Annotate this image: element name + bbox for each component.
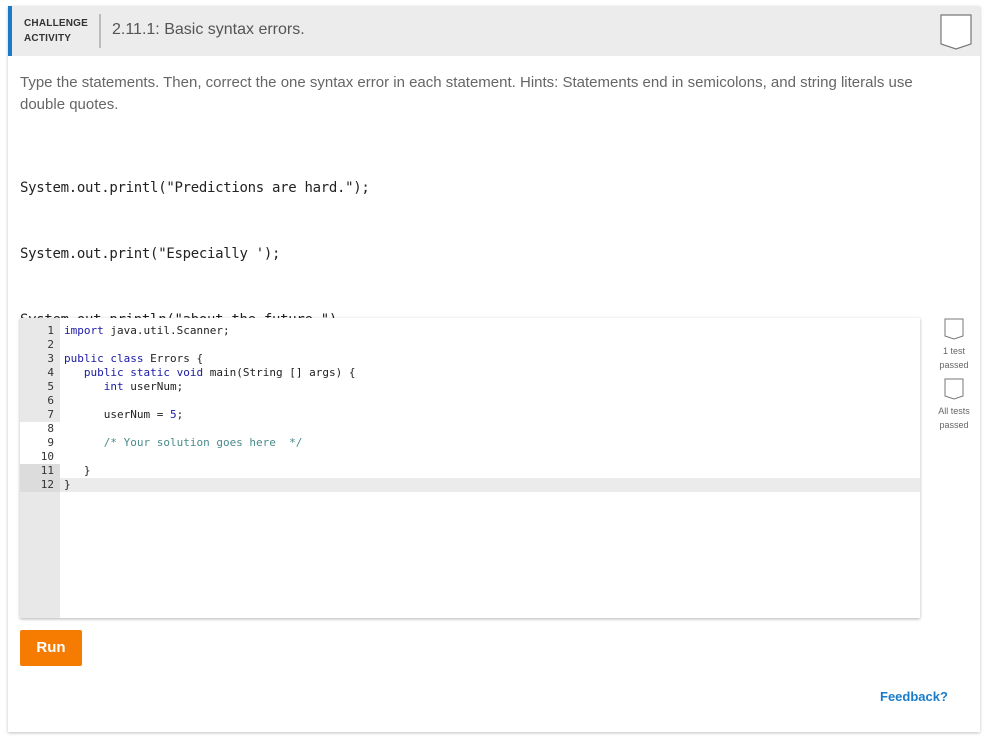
editor-line[interactable]: 6	[20, 394, 920, 408]
editor-line[interactable]: 8	[20, 422, 920, 436]
activity-title: 2.11.1: Basic syntax errors.	[112, 21, 305, 38]
editor-line[interactable]: 1 import java.util.Scanner;	[20, 324, 920, 338]
editor-line[interactable]: 5 int userNum;	[20, 380, 920, 394]
code-sample-line: System.out.print("Especially ');	[20, 246, 281, 262]
line-code[interactable]: userNum = 5;	[64, 408, 183, 422]
line-code[interactable]: import java.util.Scanner;	[64, 324, 230, 338]
line-number: 1	[47, 324, 54, 337]
code-editor[interactable]: 1 import java.util.Scanner; 2 3 public class…	[20, 318, 920, 618]
line-number: 2	[47, 338, 54, 351]
header-divider	[99, 14, 101, 48]
line-code[interactable]: /* Your solution goes here */	[64, 436, 303, 450]
test-status-panel: 1 test passed All tests passed	[932, 318, 976, 438]
test-all-label: All tests passed	[938, 406, 970, 430]
editor-line[interactable]: 3 public class Errors {	[20, 352, 920, 366]
test-status-1: 1 test passed	[932, 318, 976, 372]
challenge-activity-card: CHALLENGE ACTIVITY 2.11.1: Basic syntax …	[8, 6, 980, 732]
activity-header: CHALLENGE ACTIVITY 2.11.1: Basic syntax …	[8, 6, 980, 56]
test-all-bookmark-icon	[944, 378, 964, 400]
instructions-text: Type the statements. Then, correct the o…	[20, 74, 913, 113]
test-1-bookmark-icon	[944, 318, 964, 340]
line-code[interactable]: }	[64, 478, 71, 492]
editor-line[interactable]: 4 public static void main(String [] args…	[20, 366, 920, 380]
activity-type-line1: CHALLENGE	[24, 18, 89, 29]
line-number: 6	[47, 394, 54, 407]
line-number: 8	[47, 422, 54, 435]
editor-line[interactable]: 10	[20, 450, 920, 464]
line-number: 11	[40, 464, 54, 477]
line-number: 9	[47, 436, 54, 449]
line-number: 10	[40, 450, 54, 463]
line-code[interactable]: }	[64, 464, 91, 478]
line-number: 5	[47, 380, 54, 393]
editor-line[interactable]: 12}	[20, 478, 920, 492]
line-number: 4	[47, 366, 54, 379]
completion-bookmark-icon	[940, 14, 972, 55]
editor-line[interactable]: 9 /* Your solution goes here */	[20, 436, 920, 450]
line-code[interactable]: public class Errors {	[64, 352, 203, 366]
line-number: 3	[47, 352, 54, 365]
test-1-label: 1 test passed	[939, 346, 969, 370]
code-sample-line: System.out.printl("Predictions are hard.…	[20, 180, 370, 196]
editor-line[interactable]: 11 }	[20, 464, 920, 478]
line-number: 7	[47, 408, 54, 421]
activity-type-label: CHALLENGE ACTIVITY	[24, 16, 88, 46]
activity-type-line2: ACTIVITY	[24, 33, 72, 44]
feedback-link[interactable]: Feedback?	[880, 689, 948, 704]
run-button[interactable]: Run	[20, 630, 82, 666]
test-status-all: All tests passed	[932, 378, 976, 432]
line-number: 12	[40, 478, 54, 491]
editor-line[interactable]: 2	[20, 338, 920, 352]
line-code[interactable]: int userNum;	[64, 380, 183, 394]
line-code[interactable]: public static void main(String [] args) …	[64, 366, 356, 380]
editor-line[interactable]: 7 userNum = 5;	[20, 408, 920, 422]
